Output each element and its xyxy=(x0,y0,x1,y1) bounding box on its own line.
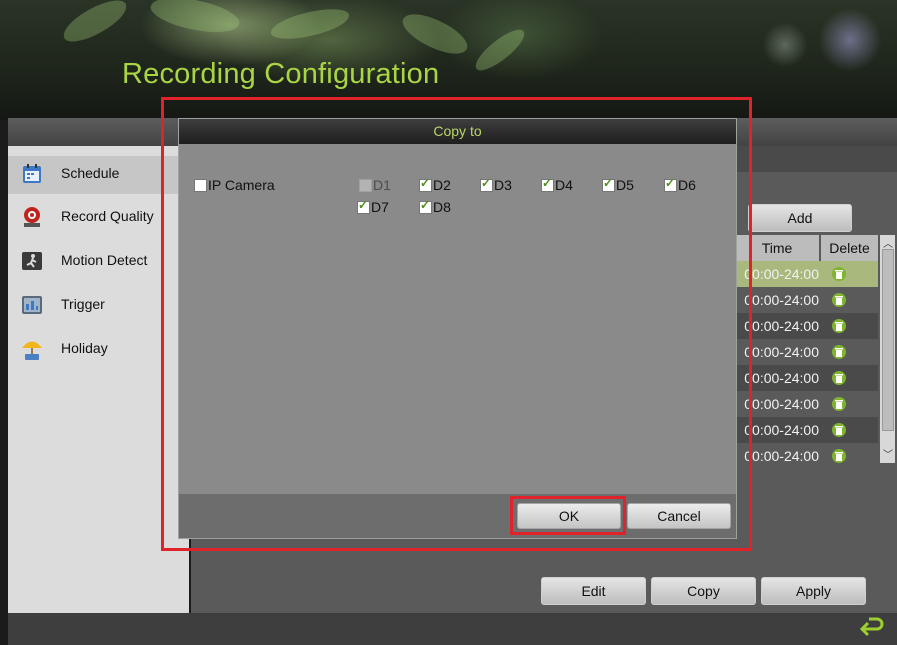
page-title: Recording Configuration xyxy=(122,58,440,90)
ok-highlight-box xyxy=(510,496,626,535)
sidebar-item-label: Schedule xyxy=(61,165,120,181)
sidebar-item-label: Record Quality xyxy=(61,208,154,224)
table-scrollbar[interactable]: ︿ ﹀ xyxy=(880,235,895,463)
add-button[interactable]: Add xyxy=(748,204,852,232)
table-row[interactable]: 00:00-24:00 xyxy=(735,443,878,463)
table-row[interactable]: 00:00-24:00 xyxy=(735,287,878,313)
table-row[interactable]: 00:00-24:00 xyxy=(735,417,878,443)
apply-button[interactable]: Apply xyxy=(761,577,866,605)
scrollbar-thumb[interactable] xyxy=(882,249,894,431)
table-row[interactable]: 00:00-24:00 xyxy=(735,365,878,391)
table-row[interactable]: 00:00-24:00 xyxy=(735,391,878,417)
trash-icon[interactable] xyxy=(832,423,846,437)
status-bar xyxy=(8,613,897,645)
trigger-icon xyxy=(20,293,44,317)
edit-button[interactable]: Edit xyxy=(541,577,646,605)
trash-icon[interactable] xyxy=(832,371,846,385)
sidebar-item-label: Holiday xyxy=(61,340,108,356)
table-row[interactable]: 00:00-24:00 xyxy=(735,339,878,365)
chevron-down-icon[interactable]: ﹀ xyxy=(883,446,893,461)
sidebar-item-label: Trigger xyxy=(61,296,105,312)
dialog-highlight-box xyxy=(161,97,752,551)
schedule-table: Time Delete 00:00-24:00 00:00-24:00 00:0… xyxy=(735,235,878,463)
trash-icon[interactable] xyxy=(832,449,846,463)
trash-icon[interactable] xyxy=(832,397,846,411)
running-person-icon xyxy=(20,249,44,273)
table-row[interactable]: 00:00-24:00 xyxy=(735,261,878,287)
trash-icon[interactable] xyxy=(832,345,846,359)
column-header-delete: Delete xyxy=(821,235,878,261)
table-row[interactable]: 00:00-24:00 xyxy=(735,313,878,339)
chevron-up-icon[interactable]: ︿ xyxy=(883,235,893,250)
trash-icon[interactable] xyxy=(832,267,846,281)
umbrella-icon xyxy=(20,337,44,361)
sidebar-item-label: Motion Detect xyxy=(61,252,148,268)
trash-icon[interactable] xyxy=(832,319,846,333)
copy-button[interactable]: Copy xyxy=(651,577,756,605)
trash-icon[interactable] xyxy=(832,293,846,307)
calendar-icon xyxy=(20,162,44,186)
record-quality-icon xyxy=(20,205,44,229)
back-arrow-icon[interactable] xyxy=(857,614,887,642)
